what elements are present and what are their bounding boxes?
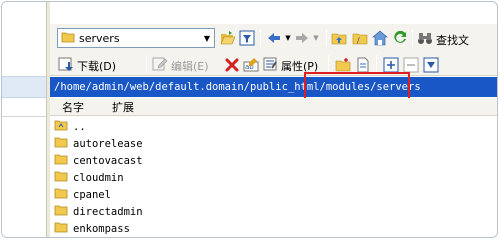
list-item-name: directadmin xyxy=(73,205,143,218)
path-combo-value: servers xyxy=(79,31,120,45)
list-item[interactable]: centovacast xyxy=(54,152,354,169)
binoculars-icon xyxy=(417,30,433,49)
list-item[interactable]: directadmin xyxy=(54,203,354,220)
column-header-name[interactable]: 名字 xyxy=(62,99,84,115)
left-pane-divider xyxy=(2,116,46,117)
open-folder-icon[interactable] xyxy=(220,30,236,46)
parent-folder-icon xyxy=(54,119,68,134)
toolbar-separator xyxy=(376,55,377,73)
download-button[interactable]: 下载(D) xyxy=(58,56,116,75)
toolbar-separator xyxy=(412,29,413,47)
list-item-name: autorelease xyxy=(73,137,143,150)
forward-dropdown-icon[interactable]: ▼ xyxy=(308,30,324,46)
folder-icon xyxy=(54,221,68,236)
delete-icon[interactable] xyxy=(224,57,240,73)
toolbar-separator xyxy=(328,55,329,73)
root-folder-icon[interactable]: / xyxy=(352,30,368,46)
list-item-name: .. xyxy=(73,120,86,133)
list-item-name: cloudmin xyxy=(73,171,124,184)
find-label: 查找文 xyxy=(436,33,469,47)
left-pane-selection xyxy=(2,76,46,98)
list-item[interactable]: enkompass xyxy=(54,220,354,237)
folder-icon xyxy=(61,31,75,46)
toolbar-row-1: servers ▼ ▼ ▼ / 查找文 xyxy=(50,24,497,52)
plus-icon[interactable] xyxy=(383,57,399,73)
folder-icon xyxy=(54,187,68,202)
edit-label: 编辑(E) xyxy=(171,59,209,73)
list-item[interactable]: cpanel xyxy=(54,186,354,203)
parent-folder-icon[interactable] xyxy=(331,30,347,46)
list-item-parent[interactable]: .. xyxy=(54,118,354,135)
refresh-icon[interactable] xyxy=(392,30,408,46)
list-item-name: centovacast xyxy=(73,154,143,167)
home-icon[interactable] xyxy=(372,30,388,46)
rename-icon[interactable]: ab xyxy=(243,57,259,73)
folder-icon xyxy=(54,170,68,185)
folder-icon xyxy=(54,153,68,168)
toolbar-row-2: 下载(D) 编辑(E) ab 属性(P) xyxy=(50,52,497,76)
column-header-extension[interactable]: 扩展 xyxy=(112,99,134,115)
toolbar-separator xyxy=(260,29,261,47)
download-label: 下载(D) xyxy=(77,59,117,73)
path-combo[interactable]: servers ▼ xyxy=(57,28,215,48)
select-filter-icon[interactable] xyxy=(423,57,439,73)
folder-icon xyxy=(54,204,68,219)
list-item[interactable]: autorelease xyxy=(54,135,354,152)
list-item-name: cpanel xyxy=(73,188,111,201)
find-button[interactable]: 查找文 xyxy=(417,30,469,49)
toolbar-separator xyxy=(146,55,147,73)
properties-icon xyxy=(262,56,278,75)
toolbar-separator xyxy=(326,29,327,47)
list-item-name: enkompass xyxy=(73,222,130,235)
edit-icon xyxy=(152,56,168,75)
edit-button[interactable]: 编辑(E) xyxy=(152,56,209,75)
list-item[interactable]: cloudmin xyxy=(54,169,354,186)
chevron-down-icon[interactable]: ▼ xyxy=(200,29,214,47)
minus-icon[interactable] xyxy=(403,57,419,73)
folder-icon xyxy=(54,136,68,151)
download-icon xyxy=(58,56,74,75)
new-folder-icon[interactable] xyxy=(335,57,351,73)
window-frame: servers ▼ ▼ ▼ / 查找文 下载(D) 编辑(E) ab 属性(P)… xyxy=(1,1,498,238)
file-list-header: 名字 扩展 xyxy=(50,98,497,116)
left-pane xyxy=(2,2,46,237)
current-path-bar[interactable]: /home/admin/web/default.domain/public_ht… xyxy=(50,77,497,97)
filter-icon[interactable] xyxy=(239,30,255,46)
file-list: .. autorelease centovacast cloudmin cpan… xyxy=(54,118,354,237)
svg-text:/: / xyxy=(357,36,360,45)
new-file-icon[interactable] xyxy=(355,57,371,73)
